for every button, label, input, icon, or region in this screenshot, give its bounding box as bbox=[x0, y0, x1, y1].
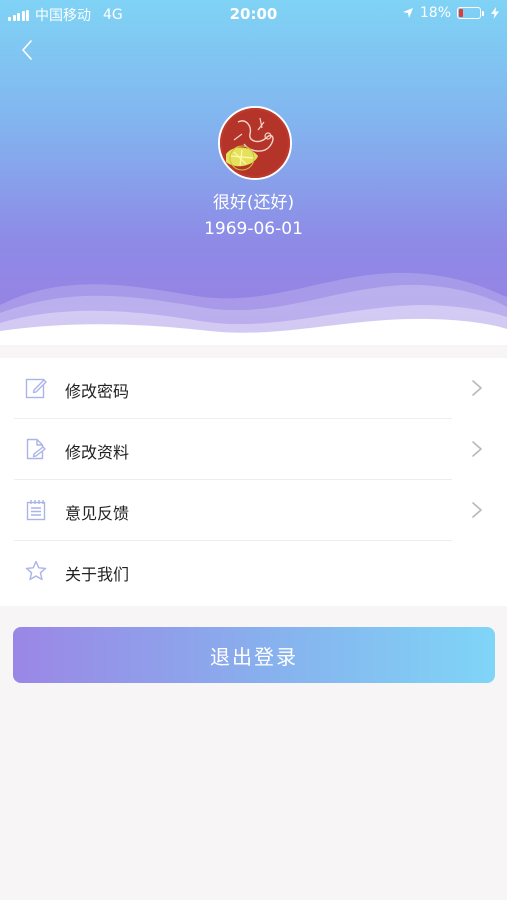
settings-menu: 修改密码 修改资料 意见反馈 关于我们 bbox=[0, 358, 507, 606]
edit-icon bbox=[25, 378, 47, 399]
location-arrow-icon bbox=[402, 8, 413, 18]
battery-icon bbox=[457, 7, 484, 19]
profile-header: 中国移动 4G 20:00 18% 很好(还好) 1969-06-01 bbox=[0, 0, 507, 345]
chevron-right-icon bbox=[472, 502, 482, 518]
menu-item-label: 意见反馈 bbox=[65, 504, 130, 523]
menu-item-label: 关于我们 bbox=[65, 565, 130, 584]
menu-item-edit-profile[interactable]: 修改资料 bbox=[0, 419, 507, 480]
avatar-image bbox=[220, 108, 290, 178]
document-edit-icon bbox=[26, 438, 46, 460]
menu-item-feedback[interactable]: 意见反馈 bbox=[0, 480, 507, 541]
logout-button[interactable]: 退出登录 bbox=[13, 627, 495, 683]
menu-item-change-password[interactable]: 修改密码 bbox=[0, 358, 507, 419]
charging-bolt-icon bbox=[491, 7, 499, 19]
menu-footer bbox=[0, 602, 507, 606]
user-nickname: 很好(还好) bbox=[212, 193, 295, 213]
user-birthday: 1969-06-01 bbox=[204, 219, 303, 239]
chevron-right-icon bbox=[472, 441, 482, 457]
menu-item-label: 修改密码 bbox=[65, 382, 130, 401]
menu-item-about-us[interactable]: 关于我们 bbox=[0, 541, 507, 602]
notepad-icon bbox=[26, 500, 46, 521]
avatar[interactable] bbox=[218, 106, 292, 180]
menu-item-label: 修改资料 bbox=[65, 443, 130, 462]
star-icon bbox=[25, 560, 47, 581]
battery-percent: 18% bbox=[419, 5, 451, 21]
chevron-right-icon bbox=[472, 380, 482, 396]
header-wave bbox=[0, 272, 507, 345]
status-bar: 中国移动 4G 20:00 18% bbox=[0, 0, 507, 28]
back-chevron-icon[interactable] bbox=[14, 36, 42, 64]
